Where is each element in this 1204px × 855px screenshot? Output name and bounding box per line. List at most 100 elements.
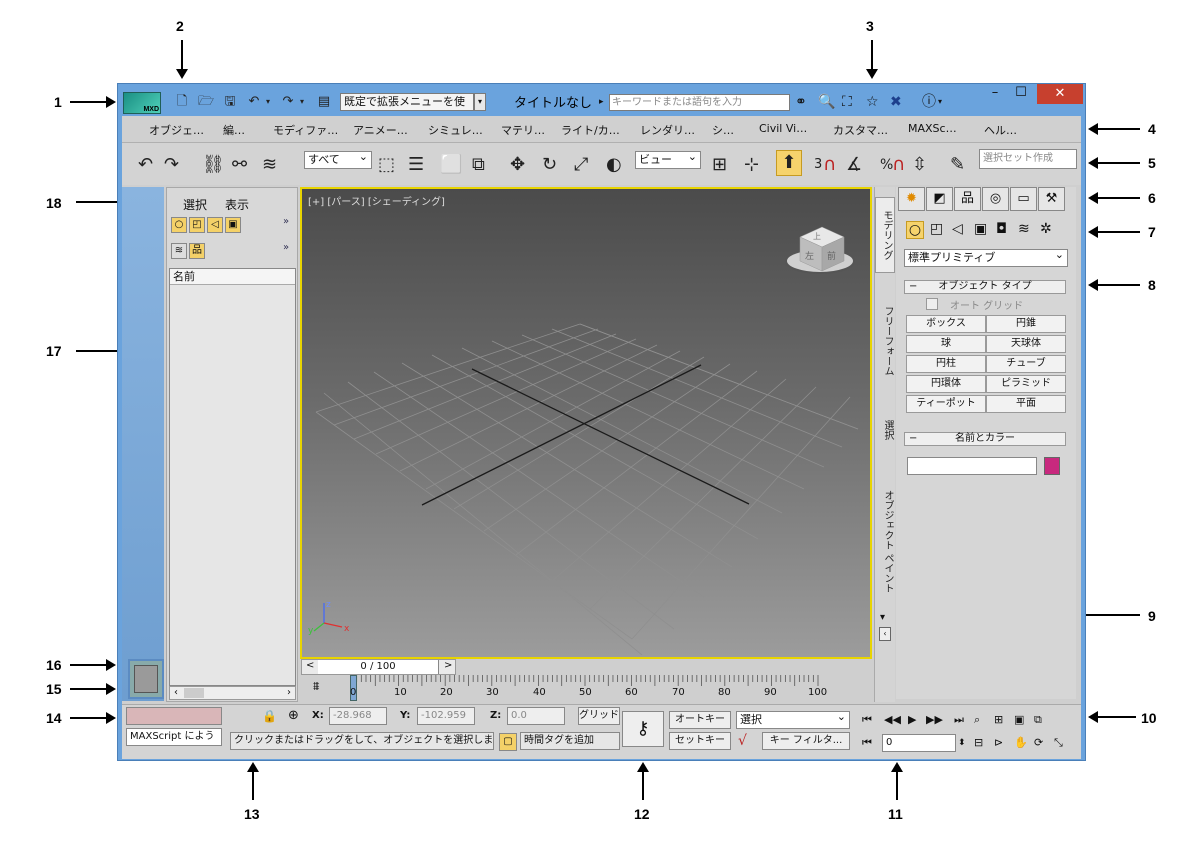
rectangular-selection-icon[interactable]: ⬜ — [440, 155, 462, 175]
communication-center-icon[interactable]: 🔍 — [818, 94, 835, 110]
scroll-thumb[interactable] — [184, 688, 204, 698]
help-dropdown-icon[interactable]: ▾ — [938, 94, 942, 110]
named-selection-input[interactable]: 選択セット作成 — [979, 149, 1077, 169]
select-and-rotate-icon[interactable]: ↻ — [542, 155, 557, 175]
previous-frame-icon[interactable]: ◀◀ — [884, 713, 901, 727]
more-filters-icon[interactable]: » — [283, 216, 289, 227]
torus-button[interactable]: 円環体 — [906, 375, 986, 393]
menu-edit[interactable]: 編… — [223, 122, 245, 138]
shapes-filter-icon[interactable]: ◰ — [189, 217, 205, 233]
frame-spinner-icon[interactable]: ⬍ — [958, 736, 966, 750]
go-to-start-icon[interactable]: ⏮ — [862, 713, 872, 727]
display-tab-icon[interactable]: ▭ — [1010, 187, 1037, 211]
rollout-object-type[interactable]: − オブジェクト タイプ — [904, 280, 1066, 294]
create-tab-icon[interactable]: ✹ — [898, 187, 925, 211]
plane-button[interactable]: 平面 — [986, 395, 1066, 413]
redo-icon[interactable]: ↷ — [164, 155, 179, 175]
reference-coordinate-system[interactable]: ビュー — [635, 149, 701, 169]
geometry-filter-icon[interactable]: ○ — [171, 217, 187, 233]
geosphere-button[interactable]: 天球体 — [986, 335, 1066, 353]
keyboard-shortcut-override-icon[interactable]: ⬆ — [776, 150, 802, 176]
systems-category-icon[interactable]: ✲ — [1040, 221, 1052, 237]
lights-filter-icon[interactable]: ◁ — [207, 217, 223, 233]
menu-lights-cameras[interactable]: ライト/カ… — [561, 122, 620, 138]
pivot-center-icon[interactable]: ⊞ — [712, 155, 727, 175]
tab-object-paint[interactable]: オブジェクト ペイント — [875, 487, 895, 597]
menu-maxscript[interactable]: MAXSc… — [908, 122, 957, 135]
menu-material[interactable]: マテリ… — [501, 122, 545, 138]
exchange-apps-icon[interactable]: ✖ — [890, 94, 902, 110]
pyramid-button[interactable]: ピラミッド — [986, 375, 1066, 393]
ribbon-options-icon[interactable]: ‹ — [879, 627, 891, 641]
z-coordinate-field[interactable]: 0.0 — [507, 707, 565, 725]
zoom-icon[interactable]: ⌕ — [974, 713, 980, 727]
more-tools-icon[interactable]: » — [283, 242, 289, 253]
workspace-selector[interactable]: 既定で拡張メニューを使 — [340, 93, 474, 111]
hierarchy-icon[interactable]: 品 — [189, 243, 205, 259]
ribbon-collapse-icon[interactable]: ▾ — [880, 612, 885, 623]
next-frame-icon[interactable]: ▶▶ — [926, 713, 943, 727]
tab-freeform[interactable]: フリーフォーム — [875, 297, 895, 385]
cameras-category-icon[interactable]: ▣ — [974, 221, 987, 237]
absolute-mode-icon[interactable]: ⊕ — [288, 708, 299, 723]
maxscript-mini-listener[interactable]: MAXScript によう — [126, 728, 222, 746]
viewcube[interactable]: 上 左 前 — [785, 226, 855, 274]
scroll-left-icon[interactable]: ‹ — [174, 687, 178, 699]
save-file-icon[interactable]: 🖫 — [222, 94, 238, 110]
rollout-collapse-icon[interactable]: − — [909, 433, 917, 445]
help-icon[interactable]: ⓘ — [922, 94, 936, 110]
favorites-star-icon[interactable]: ☆ — [866, 94, 879, 110]
select-and-scale-icon[interactable]: ⤢ — [574, 155, 588, 175]
new-file-icon[interactable]: 🗋 — [174, 94, 190, 110]
y-coordinate-field[interactable]: -102.959 — [417, 707, 475, 725]
selection-lock-icon[interactable]: 🔒 — [262, 709, 277, 723]
application-button[interactable]: MXD — [123, 92, 161, 114]
helpers-category-icon[interactable]: ◘ — [996, 221, 1007, 237]
select-by-name-icon[interactable]: ☰ — [408, 155, 424, 175]
layer-explorer-icon[interactable]: ≋ — [171, 243, 187, 259]
select-and-place-icon[interactable]: ◐ — [606, 155, 622, 175]
box-button[interactable]: ボックス — [906, 315, 986, 333]
primitive-category-select[interactable]: 標準プリミティブ — [904, 247, 1068, 267]
sphere-button[interactable]: 球 — [906, 335, 986, 353]
sign-in-icon[interactable]: ⛶ — [842, 94, 852, 110]
se-horizontal-scrollbar[interactable]: ‹ › — [169, 686, 296, 700]
menu-help[interactable]: ヘル… — [984, 122, 1017, 138]
select-and-link-icon[interactable]: ⛓ — [202, 155, 225, 175]
zoom-all-icon[interactable]: ⊞ — [994, 713, 1003, 727]
maximize-viewport-icon[interactable]: ⤡ — [1054, 736, 1063, 750]
teapot-button[interactable]: ティーポット — [906, 395, 986, 413]
se-menu-select[interactable]: 選択 — [183, 196, 207, 213]
rollout-name-color[interactable]: − 名前とカラー — [904, 432, 1066, 446]
toggle-trackbar-icon[interactable]: ⩩ — [313, 679, 319, 694]
scene-object-list[interactable]: 名前 — [169, 268, 296, 686]
grid-setting[interactable]: グリッド — [578, 707, 620, 725]
search-expand-icon[interactable]: ▸ — [599, 94, 604, 110]
zoom-extents-icon[interactable]: ▣ — [1014, 713, 1024, 727]
maximize-icon[interactable]: ☐ — [1010, 84, 1032, 104]
menu-modifiers[interactable]: モディファ… — [273, 122, 338, 138]
x-coordinate-field[interactable]: -28.968 — [329, 707, 387, 725]
select-manipulate-icon[interactable]: ⊹ — [744, 155, 759, 175]
orbit-icon[interactable]: ⟳ — [1034, 736, 1043, 750]
menu-customize[interactable]: カスタマ… — [833, 122, 888, 138]
key-mode-toggle-icon[interactable]: ⏮ — [862, 736, 872, 750]
scroll-right-icon[interactable]: › — [287, 687, 291, 699]
go-to-end-icon[interactable]: ⏭ — [954, 713, 964, 727]
object-color-swatch[interactable] — [1044, 457, 1060, 475]
search-input[interactable]: キーワードまたは語句を入力 — [609, 94, 790, 111]
cylinder-button[interactable]: 円柱 — [906, 355, 986, 373]
current-frame-field[interactable]: 0 — [882, 734, 956, 752]
viewport-layout-tab[interactable] — [128, 659, 164, 699]
default-tangents-icon[interactable]: √ — [738, 733, 747, 749]
snaps-toggle-label[interactable]: 3 — [814, 155, 822, 175]
set-key-icon[interactable]: ⚷ — [622, 711, 664, 747]
selection-filter[interactable]: すべて — [304, 149, 372, 169]
spinner-snap-icon[interactable]: ⇳ — [912, 155, 927, 175]
set-key-button[interactable]: セットキー — [669, 732, 731, 750]
bind-space-warp-icon[interactable]: ≋ — [262, 155, 277, 175]
percent-snap-icon[interactable]: ∩ — [892, 155, 905, 175]
shapes-category-icon[interactable]: ◰ — [930, 221, 943, 237]
hierarchy-tab-icon[interactable]: 品 — [954, 187, 981, 211]
column-header-name[interactable]: 名前 — [170, 269, 295, 285]
